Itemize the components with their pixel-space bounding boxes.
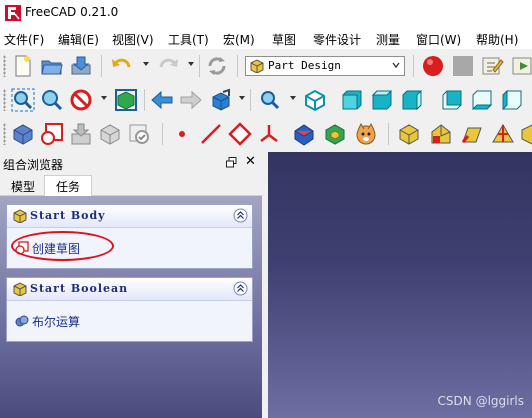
pocket-icon[interactable] xyxy=(323,122,347,146)
view-right-icon[interactable] xyxy=(400,88,424,112)
menu-view[interactable]: 视图(V) xyxy=(112,31,154,48)
menu-tools[interactable]: 工具(T) xyxy=(168,31,209,48)
toolbar-area: Part Design xyxy=(0,49,532,152)
toolbar-grip[interactable] xyxy=(3,89,6,111)
draw-style-dropdown-icon[interactable] xyxy=(101,96,107,100)
mascot-icon[interactable] xyxy=(354,122,378,146)
redo-dropdown-icon[interactable] xyxy=(188,62,194,66)
zoom-dropdown-icon[interactable] xyxy=(290,96,296,100)
redo-icon[interactable] xyxy=(156,54,180,78)
part-design-icon xyxy=(13,209,27,223)
task-box-start-body: Start Body 创建草图 xyxy=(6,204,253,269)
3d-view[interactable]: CSDN @lggirls xyxy=(268,152,532,418)
collapse-icon[interactable] xyxy=(233,208,248,223)
task-box-title: Start Body xyxy=(30,209,106,222)
view-bottom-icon[interactable] xyxy=(470,88,494,112)
std-view-dropdown-icon[interactable] xyxy=(239,96,245,100)
menu-bar: 文件(F) 编辑(E) 视图(V) 工具(T) 宏(M) 草图 零件设计 测量 … xyxy=(0,27,532,49)
view-top-icon[interactable] xyxy=(370,88,394,112)
datum-plane-icon[interactable] xyxy=(228,122,252,146)
view-isometric-icon[interactable] xyxy=(303,88,327,112)
pad-icon[interactable] xyxy=(292,122,316,146)
view-rear-icon[interactable] xyxy=(440,88,464,112)
new-document-icon[interactable] xyxy=(11,54,35,78)
additive-box-icon[interactable] xyxy=(397,122,421,146)
float-panel-icon[interactable] xyxy=(226,157,237,168)
macro-record-icon[interactable] xyxy=(421,54,445,78)
task-box-body: 创建草图 xyxy=(7,228,252,268)
boolean-icon xyxy=(15,315,29,327)
freecad-logo-icon xyxy=(5,5,21,21)
fit-all-icon[interactable] xyxy=(11,88,35,112)
datum-point-icon[interactable] xyxy=(170,122,194,146)
macro-edit-icon[interactable] xyxy=(481,54,505,78)
task-box-header: Start Body xyxy=(7,205,252,228)
additive-helix-icon[interactable] xyxy=(491,122,515,146)
tab-tasks[interactable]: 任务 xyxy=(44,175,92,196)
menu-edit[interactable]: 编辑(E) xyxy=(58,31,99,48)
toolbar-row-view xyxy=(0,83,532,117)
additive-wedge-icon[interactable] xyxy=(429,122,453,146)
task-box-body: 布尔运算 xyxy=(7,301,252,341)
menu-window[interactable]: 窗口(W) xyxy=(416,31,461,48)
bounding-box-icon[interactable] xyxy=(114,88,138,112)
datum-line-icon[interactable] xyxy=(199,122,223,146)
draw-style-icon[interactable] xyxy=(69,88,93,112)
undo-dropdown-icon[interactable] xyxy=(143,62,149,66)
task-box-title: Start Boolean xyxy=(30,282,129,295)
refresh-icon[interactable] xyxy=(205,54,229,78)
create-body-icon[interactable] xyxy=(11,122,35,146)
shape-binder-icon[interactable] xyxy=(69,122,93,146)
additive-more-icon[interactable] xyxy=(520,122,532,146)
local-coordinate-system-icon[interactable] xyxy=(257,122,281,146)
view-back-icon[interactable] xyxy=(150,88,174,112)
highlight-ring xyxy=(11,231,114,261)
toolbar-row-partdesign xyxy=(0,117,532,151)
fit-selection-icon[interactable] xyxy=(40,88,64,112)
menu-help[interactable]: 帮助(H) xyxy=(476,31,518,48)
combo-view-title: 组合浏览器 xyxy=(3,158,64,172)
open-folder-icon[interactable] xyxy=(40,54,64,78)
toolbar-grip[interactable] xyxy=(3,55,6,77)
collapse-icon[interactable] xyxy=(233,281,248,296)
combo-view-header: 组合浏览器 ✕ xyxy=(0,152,263,174)
task-box-start-boolean: Start Boolean 布尔运算 xyxy=(6,277,253,342)
boolean-label: 布尔运算 xyxy=(32,315,81,329)
create-sketch-icon[interactable] xyxy=(40,122,64,146)
toolbar-grip[interactable] xyxy=(3,123,6,145)
menu-part-design[interactable]: 零件设计 xyxy=(313,31,361,48)
menu-macro[interactable]: 宏(M) xyxy=(223,31,255,48)
window-title: FreeCAD 0.21.0 xyxy=(25,5,119,19)
view-front-icon[interactable] xyxy=(340,88,364,112)
toolbar-row-file: Part Design xyxy=(0,49,532,83)
view-left-icon[interactable] xyxy=(500,88,524,112)
chevron-down-icon xyxy=(392,62,400,69)
macro-stop-icon[interactable] xyxy=(451,54,475,78)
part-design-icon xyxy=(250,59,264,73)
save-icon[interactable] xyxy=(69,54,93,78)
menu-file[interactable]: 文件(F) xyxy=(4,31,44,48)
close-panel-icon[interactable]: ✕ xyxy=(245,154,256,169)
task-box-header: Start Boolean xyxy=(7,278,252,301)
zoom-icon[interactable] xyxy=(258,88,282,112)
menu-sketch[interactable]: 草图 xyxy=(272,31,296,48)
subshape-binder-icon[interactable] xyxy=(98,122,122,146)
menu-measure[interactable]: 测量 xyxy=(376,31,400,48)
task-panel: Start Body 创建草图 Start Boolean 布尔运算 xyxy=(0,196,262,418)
validate-sketch-icon[interactable] xyxy=(127,122,151,146)
combo-view-tabs: 模型 任务 xyxy=(0,174,263,196)
combo-view-panel: 组合浏览器 ✕ 模型 任务 Start Body 创建草图 Start Bool… xyxy=(0,152,263,418)
view-forward-icon[interactable] xyxy=(179,88,203,112)
std-view-menu-icon[interactable] xyxy=(209,88,233,112)
macro-execute-icon[interactable] xyxy=(511,54,532,78)
watermark: CSDN @lggirls xyxy=(437,394,524,408)
additive-prism-icon[interactable] xyxy=(460,122,484,146)
part-design-icon xyxy=(13,282,27,296)
title-bar: FreeCAD 0.21.0 xyxy=(0,0,532,27)
workbench-selector[interactable]: Part Design xyxy=(245,56,405,76)
tab-model[interactable]: 模型 xyxy=(2,176,44,195)
workbench-label: Part Design xyxy=(268,59,341,72)
undo-icon[interactable] xyxy=(110,54,134,78)
